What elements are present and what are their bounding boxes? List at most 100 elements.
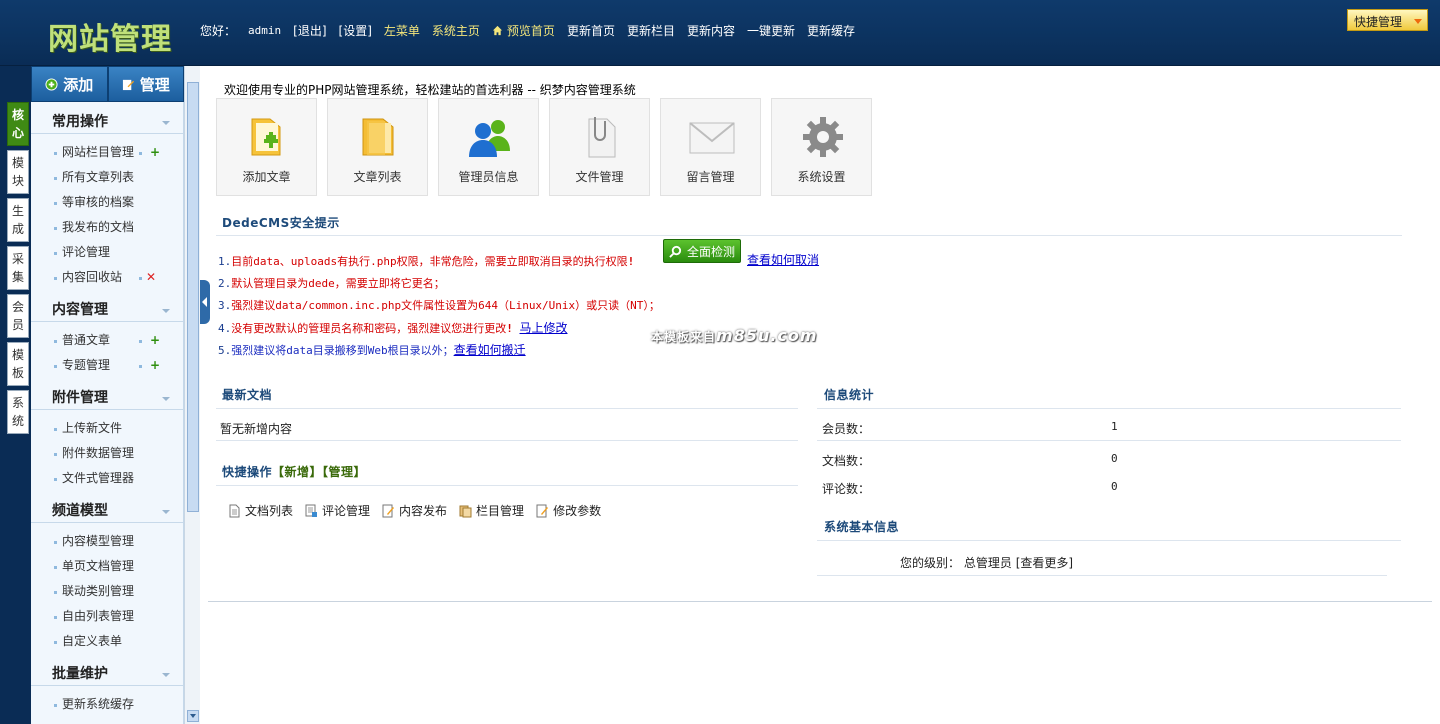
level-label: 您的级别：: [900, 556, 961, 570]
side-tab-system[interactable]: 系统: [7, 390, 29, 434]
card-message-manage[interactable]: 留言管理: [660, 98, 761, 196]
settings-link[interactable]: [设置]: [339, 22, 372, 39]
warning-number: 1.: [218, 255, 232, 268]
edit-doc-icon: [536, 504, 549, 517]
side-tab-template[interactable]: 模板: [7, 342, 29, 386]
menu-group-title[interactable]: 批量维护: [31, 664, 183, 686]
preview-home-link[interactable]: 预览首页: [492, 22, 555, 39]
menu-item-topic[interactable]: 专题管理 +: [31, 353, 183, 378]
menu-item-all-articles[interactable]: 所有文章列表: [31, 165, 183, 190]
menu-item-my-docs[interactable]: 我发布的文档: [31, 215, 183, 240]
scroll-down-icon[interactable]: [187, 710, 199, 722]
plus-icon[interactable]: +: [150, 140, 160, 165]
menu-item-linkage[interactable]: 联动类别管理: [31, 579, 183, 604]
bullet-icon: [54, 566, 57, 569]
delete-icon[interactable]: ✕: [146, 265, 156, 290]
menu-group-title[interactable]: 常用操作: [31, 112, 183, 134]
bullet-icon: [54, 177, 57, 180]
change-now-link[interactable]: 马上修改: [520, 321, 568, 335]
menu-item-comments[interactable]: 评论管理: [31, 240, 183, 265]
menu-manage-tab[interactable]: 管理: [107, 66, 184, 102]
menu-group-label: 附件管理: [52, 390, 108, 406]
side-tab-module[interactable]: 模块: [7, 150, 29, 194]
plus-icon[interactable]: +: [150, 328, 160, 353]
side-tab-collect[interactable]: 采集: [7, 246, 29, 290]
stat-label: 会员数：: [822, 422, 871, 436]
card-label: 管理员信息: [458, 170, 519, 184]
bullet-icon: [54, 365, 57, 368]
logout-link[interactable]: [退出]: [293, 22, 326, 39]
bullet-icon: [139, 365, 142, 368]
side-tab-label: 系统: [12, 396, 25, 428]
quick-item-label: 评论管理: [322, 504, 371, 518]
card-label: 系统设置: [797, 170, 846, 184]
quick-item-label: 栏目管理: [476, 504, 525, 518]
quick-comment-manage[interactable]: 评论管理: [305, 502, 370, 519]
menu-group-batch: 批量维护 更新系统缓存: [31, 664, 183, 717]
greeting-label: 您好：: [200, 23, 237, 38]
system-home-link[interactable]: 系统主页: [432, 22, 480, 39]
quick-manage-button[interactable]: 快捷管理: [1347, 9, 1428, 31]
scrollbar-thumb[interactable]: [187, 82, 199, 512]
menu-group-label: 批量维护: [52, 666, 108, 682]
one-click-update-link[interactable]: 一键更新: [747, 22, 795, 39]
menu-group-title[interactable]: 附件管理: [31, 388, 183, 410]
quick-edit-params[interactable]: 修改参数: [536, 502, 601, 519]
warning-mark: !: [506, 322, 513, 335]
update-content-link[interactable]: 更新内容: [687, 22, 735, 39]
side-tab-generate[interactable]: 生成: [7, 198, 29, 242]
menu-item-free-list[interactable]: 自由列表管理: [31, 604, 183, 629]
update-cache-link[interactable]: 更新缓存: [807, 22, 855, 39]
menu-group-title[interactable]: 频道模型: [31, 501, 183, 523]
logo: 网站管理: [48, 22, 172, 57]
quick-content-publish[interactable]: 内容发布: [382, 502, 447, 519]
quick-doc-list[interactable]: 文档列表: [228, 502, 293, 519]
menu-add-tab[interactable]: 添加: [31, 66, 108, 102]
menu-item-column-manage[interactable]: 网站栏目管理 +: [31, 140, 183, 165]
users-icon: [469, 120, 510, 157]
menu-item-update-cache[interactable]: 更新系统缓存: [31, 692, 183, 717]
menu-item-label: 单页文档管理: [62, 559, 135, 573]
left-menu-link[interactable]: 左菜单: [384, 22, 420, 39]
side-tab-label: 模板: [12, 348, 25, 380]
warning-number: 2.: [218, 277, 232, 290]
view-more-link[interactable]: [查看更多]: [1016, 556, 1073, 570]
side-tab-core[interactable]: 核心: [7, 102, 29, 146]
menu-item-content-model[interactable]: 内容模型管理: [31, 529, 183, 554]
card-admin-info[interactable]: 管理员信息: [438, 98, 539, 196]
menu-item-label: 上传新文件: [62, 421, 123, 435]
divider: [817, 408, 1401, 409]
menu-item-single-page[interactable]: 单页文档管理: [31, 554, 183, 579]
menu-scrollbar[interactable]: [184, 66, 200, 724]
menu-group-title[interactable]: 内容管理: [31, 300, 183, 322]
stat-value: 1: [1111, 420, 1118, 433]
update-home-link[interactable]: 更新首页: [567, 22, 615, 39]
card-system-settings[interactable]: 系统设置: [771, 98, 872, 196]
main-content: 欢迎使用专业的PHP网站管理系统，轻松建站的首选利器 -- 织梦内容管理系统 添…: [208, 66, 1440, 724]
side-tab-member[interactable]: 会员: [7, 294, 29, 338]
card-article-list[interactable]: 文章列表: [327, 98, 428, 196]
update-column-link[interactable]: 更新栏目: [627, 22, 675, 39]
menu-item-label: 自由列表管理: [62, 609, 135, 623]
menu-item-recycle[interactable]: 内容回收站 ✕: [31, 265, 183, 290]
menu-item-file-manager[interactable]: 文件式管理器: [31, 466, 183, 491]
menu-item-normal-article[interactable]: 普通文章 +: [31, 328, 183, 353]
collapse-icon: [162, 121, 170, 125]
menu-item-upload[interactable]: 上传新文件: [31, 416, 183, 441]
menu-item-pending[interactable]: 等审核的档案: [31, 190, 183, 215]
how-to-move-link[interactable]: 查看如何搬迁: [454, 343, 526, 357]
quick-manage-link[interactable]: 【管理】: [322, 465, 366, 479]
menu-group-content: 内容管理 普通文章 + 专题管理 +: [31, 300, 183, 378]
full-check-button[interactable]: 全面检测: [663, 239, 741, 263]
menu-item-attach-data[interactable]: 附件数据管理: [31, 441, 183, 466]
menu-item-custom-form[interactable]: 自定义表单: [31, 629, 183, 654]
card-add-article[interactable]: 添加文章: [216, 98, 317, 196]
menu-manage-label: 管理: [139, 75, 170, 94]
quick-new-link[interactable]: 【新增】: [272, 465, 322, 479]
quick-column-manage[interactable]: 栏目管理: [459, 502, 524, 519]
how-to-cancel-link[interactable]: 查看如何取消: [747, 251, 819, 268]
card-file-manage[interactable]: 文件管理: [549, 98, 650, 196]
plus-icon[interactable]: +: [150, 353, 160, 378]
menu-item-label: 内容模型管理: [62, 534, 135, 548]
divider: [216, 235, 1402, 236]
